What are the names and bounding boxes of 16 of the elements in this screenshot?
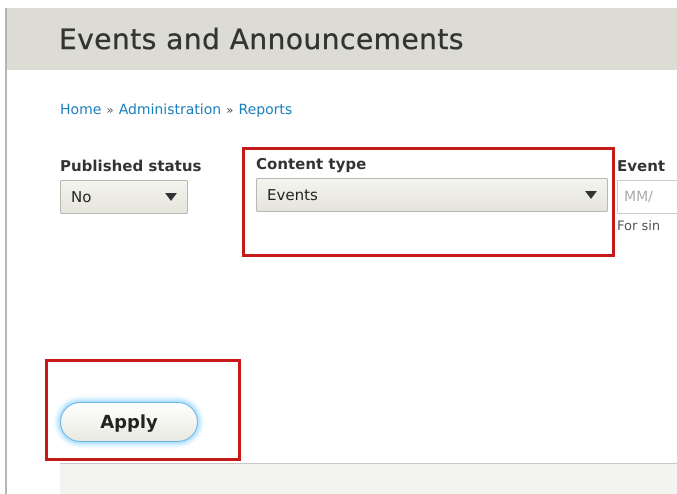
page-title: Events and Announcements xyxy=(59,22,464,56)
date-field[interactable]: MM/ xyxy=(617,180,677,214)
field-description: For sin xyxy=(617,219,662,234)
caret-icon xyxy=(165,193,177,201)
breadcrumb-separator: » xyxy=(106,103,114,117)
caret-icon xyxy=(585,191,597,199)
breadcrumb-link[interactable]: Administration xyxy=(118,102,222,118)
select-field[interactable]: Events xyxy=(256,178,608,212)
filter-label: Event xyxy=(617,157,666,175)
breadcrumb-separator: » xyxy=(226,103,234,117)
filter-label: Published status xyxy=(60,157,202,175)
breadcrumb-link[interactable]: Reports xyxy=(238,102,292,118)
select-field[interactable]: No xyxy=(60,180,188,214)
filter-label: Content type xyxy=(256,155,368,173)
apply-button[interactable]: Apply xyxy=(60,402,198,442)
breadcrumb-link[interactable]: Home xyxy=(60,102,102,118)
